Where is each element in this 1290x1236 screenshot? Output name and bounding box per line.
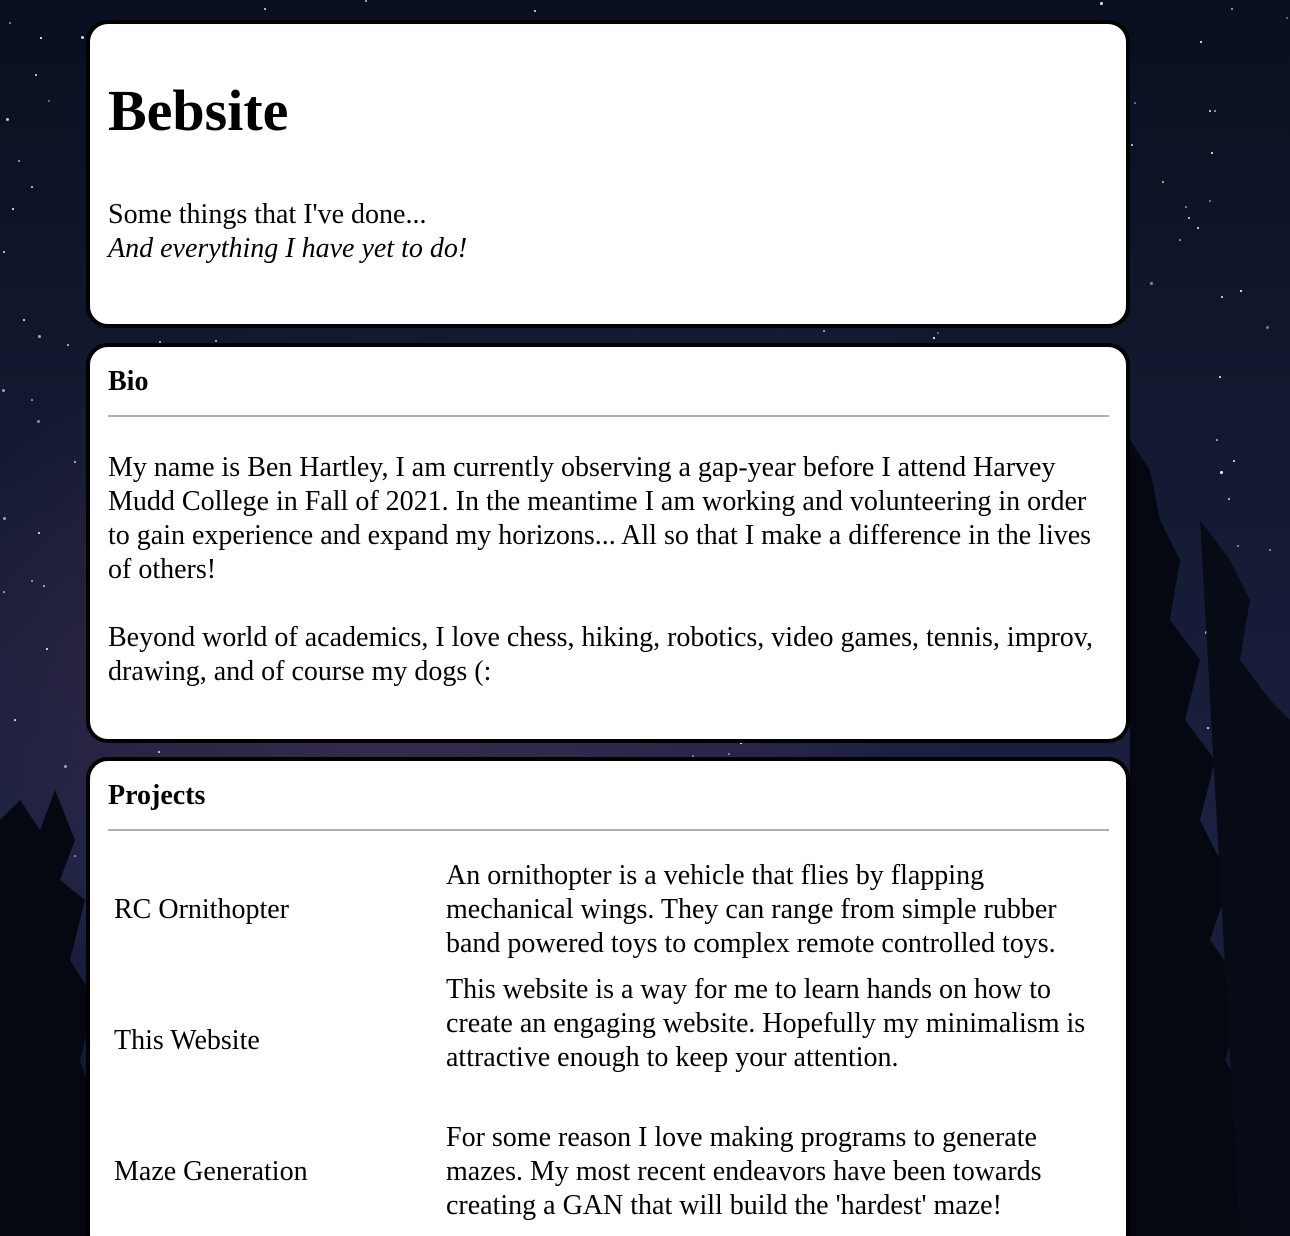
header-card: Bebsite Some things that I've done... An… bbox=[86, 20, 1130, 328]
project-description: This website is a way for me to learn ha… bbox=[446, 974, 1086, 1073]
tagline-text: Some things that I've done... bbox=[108, 199, 427, 230]
project-row: Maze Generation For some reason I love m… bbox=[108, 1121, 1113, 1223]
project-name: Maze Generation bbox=[114, 1156, 308, 1187]
bio-paragraph: Beyond world of academics, I love chess,… bbox=[108, 622, 1093, 687]
projects-heading: Projects bbox=[108, 780, 206, 811]
tagline-italic-text: And everything I have yet to do! bbox=[108, 233, 468, 264]
bio-heading: Bio bbox=[108, 366, 149, 397]
bio-divider bbox=[108, 415, 1109, 417]
bio-paragraph: My name is Ben Hartley, I am currently o… bbox=[108, 452, 1092, 585]
project-name: This Website bbox=[114, 1025, 260, 1056]
project-row: RC Ornithopter An ornithopter is a vehic… bbox=[108, 859, 1113, 961]
projects-divider bbox=[108, 829, 1109, 831]
project-description: An ornithopter is a vehicle that flies b… bbox=[446, 860, 1057, 959]
project-row: This Website This website is a way for m… bbox=[108, 973, 1113, 1109]
project-name: RC Ornithopter bbox=[114, 894, 289, 925]
project-description: For some reason I love making programs t… bbox=[446, 1122, 1042, 1221]
site-title: Bebsite bbox=[108, 78, 289, 143]
projects-card: Projects RC Ornithopter An ornithopter i… bbox=[86, 757, 1130, 1236]
bio-body: My name is Ben Hartley, I am currently o… bbox=[108, 451, 1098, 723]
tagline: Some things that I've done... And everyt… bbox=[108, 198, 467, 266]
bio-card: Bio My name is Ben Hartley, I am current… bbox=[86, 343, 1130, 743]
